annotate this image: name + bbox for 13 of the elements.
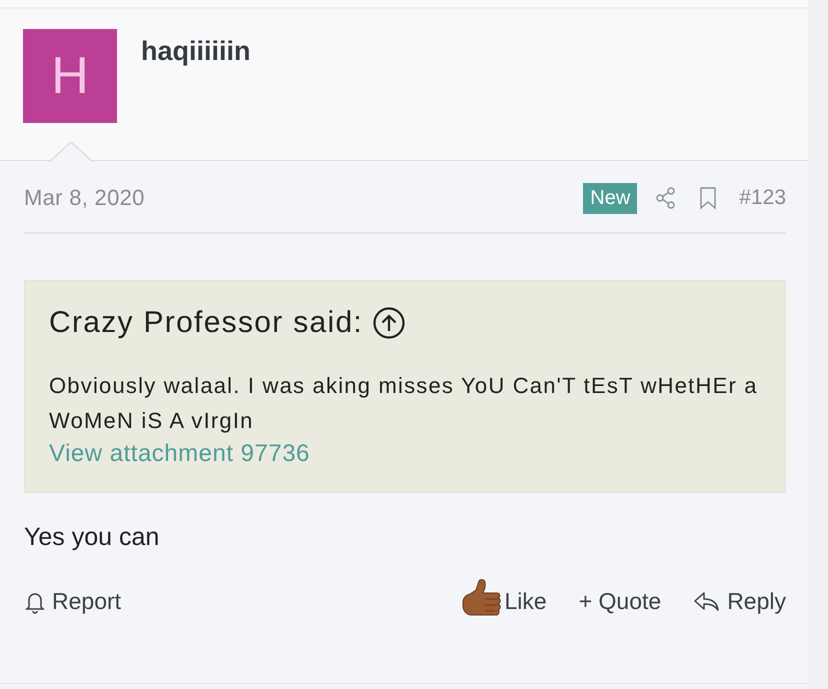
report-button[interactable]: Report — [24, 588, 122, 615]
quote-text: Obviously walaal. I was aking misses YoU Can'T tEsT wHetHEr a WoMeN iS A vIrgIn — [49, 372, 759, 435]
username-link[interactable]: haqiiiiiin — [141, 36, 251, 67]
share-icon[interactable] — [655, 186, 678, 210]
bookmark-icon[interactable] — [699, 186, 718, 210]
reply-arrow-icon — [693, 590, 722, 614]
like-button[interactable]: Like — [458, 578, 547, 626]
reply-button[interactable]: Reply — [693, 588, 786, 615]
new-badge: New — [583, 182, 638, 214]
message-text: Yes you can — [24, 522, 160, 552]
quote-attribution[interactable]: Crazy Professor said: — [49, 306, 364, 340]
quote-button[interactable]: + Quote — [578, 588, 662, 615]
jump-up-icon[interactable] — [373, 306, 406, 338]
